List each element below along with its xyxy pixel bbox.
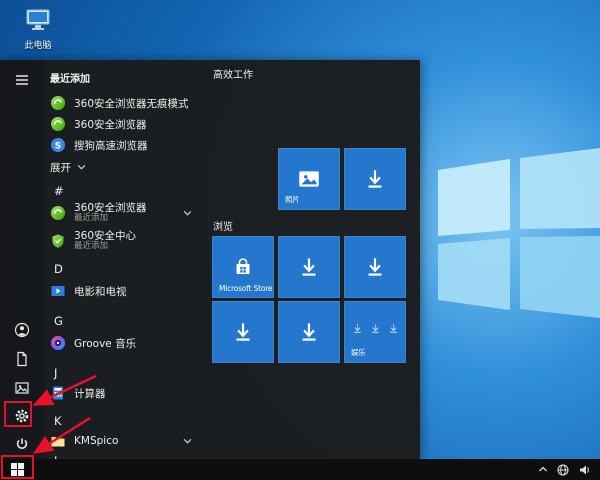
download-icon	[302, 258, 316, 276]
windows-logo-icon	[10, 463, 24, 476]
tile-label: Microsoft Store	[219, 284, 273, 293]
calculator-icon	[50, 385, 66, 401]
settings-gear-icon[interactable]	[14, 408, 30, 424]
store-bag-icon	[236, 258, 250, 274]
section-letter[interactable]: #	[54, 184, 64, 198]
volume-icon[interactable]	[578, 464, 592, 476]
app-item-360-browser-group[interactable]: 360安全浏览器 最近添加	[44, 200, 202, 226]
svg-text:S: S	[55, 141, 61, 151]
network-icon[interactable]	[557, 463, 569, 476]
expand-label: 展开	[50, 161, 71, 174]
app-item-sogou-browser[interactable]: S 搜狗高速浏览器	[44, 136, 202, 154]
app-item-calculator[interactable]: 计算器	[44, 384, 202, 402]
chevron-down-icon	[77, 164, 86, 170]
download-icon	[368, 258, 382, 276]
tray-expand-icon[interactable]	[538, 466, 548, 473]
section-letter[interactable]: K	[54, 414, 62, 428]
sogou-browser-icon: S	[50, 137, 66, 153]
app-item-label: KMSpico	[74, 435, 119, 447]
system-tray	[538, 463, 600, 476]
wallpaper-windows-logo	[438, 148, 600, 318]
download-icon	[302, 323, 316, 341]
app-item-360-browser[interactable]: 360安全浏览器	[44, 115, 202, 133]
power-icon[interactable]	[14, 437, 30, 453]
app-item-sublabel: 最近添加	[74, 213, 109, 224]
app-item-360-browser-incognito[interactable]: 360安全浏览器无痕模式	[44, 94, 202, 112]
download-icon	[236, 323, 250, 341]
app-item-label: 计算器	[74, 387, 106, 400]
photos-icon	[299, 171, 319, 187]
app-item-movies-tv[interactable]: 电影和电视	[44, 282, 202, 300]
tile-label: 照片	[285, 195, 300, 204]
app-item-groove-music[interactable]: Groove 音乐	[44, 334, 202, 352]
tile-pending-download[interactable]	[278, 236, 340, 298]
app-item-label: 360安全浏览器	[74, 118, 147, 131]
start-menu-panel: 最近添加 360安全浏览器无痕模式 360安全浏览器 S 搜狗高速浏览器 展开 …	[0, 60, 420, 459]
app-item-sublabel: 最近添加	[74, 241, 109, 252]
folder-icon	[50, 433, 66, 449]
tile-pending-download[interactable]	[278, 301, 340, 363]
start-menu-rail	[0, 60, 44, 459]
tile-photos[interactable]: 照片	[278, 148, 340, 210]
app-item-360-security-center[interactable]: 360安全中心 最近添加	[44, 228, 202, 254]
360-security-shield-icon	[50, 233, 66, 249]
360-browser-icon	[50, 205, 66, 221]
app-item-label: 搜狗高速浏览器	[74, 139, 148, 152]
tile-microsoft-store[interactable]: Microsoft Store	[212, 236, 274, 298]
download-icon	[368, 170, 382, 188]
app-item-kmspico[interactable]: KMSpico	[44, 432, 202, 450]
expand-recent-toggle[interactable]: 展开	[44, 158, 202, 176]
tile-pending-download[interactable]	[212, 301, 274, 363]
chevron-down-icon	[183, 438, 192, 444]
app-item-label: 360安全浏览器无痕模式	[74, 97, 189, 110]
desktop-icon-label: 此电脑	[24, 41, 52, 51]
recent-added-header: 最近添加	[50, 74, 90, 85]
groove-music-icon	[50, 335, 66, 351]
360-browser-icon	[50, 116, 66, 132]
tile-label: 娱乐	[351, 348, 366, 357]
hamburger-menu-icon[interactable]	[14, 72, 30, 88]
desktop: 此电脑 最近添加 360安全浏览器无痕模式 360安全浏览器 S 搜狗高速浏览器…	[0, 0, 600, 480]
start-app-list: 最近添加 360安全浏览器无痕模式 360安全浏览器 S 搜狗高速浏览器 展开 …	[44, 60, 205, 459]
user-account-icon[interactable]	[14, 322, 30, 338]
desktop-icon-this-pc[interactable]: 此电脑	[12, 8, 64, 51]
tile-group-title: 浏览	[213, 222, 233, 233]
pictures-icon[interactable]	[14, 380, 30, 396]
start-tiles: 高效工作 照片 浏览 Microsoft Store 娱乐	[205, 60, 420, 459]
section-letter[interactable]: J	[54, 366, 57, 380]
app-item-label: Groove 音乐	[74, 337, 137, 350]
download-group-icon	[351, 322, 400, 335]
section-letter[interactable]: G	[54, 314, 63, 328]
movies-tv-icon	[50, 283, 66, 299]
tile-group-title: 高效工作	[213, 70, 253, 81]
chevron-down-icon	[183, 210, 192, 216]
taskbar	[0, 459, 600, 480]
tile-entertainment-group[interactable]: 娱乐	[344, 301, 406, 363]
tile-pending-download[interactable]	[344, 236, 406, 298]
computer-icon	[26, 9, 50, 30]
app-item-label: 电影和电视	[74, 285, 127, 298]
section-letter[interactable]: D	[54, 262, 63, 276]
360-browser-icon	[50, 95, 66, 111]
start-button[interactable]	[0, 459, 34, 480]
documents-icon[interactable]	[14, 351, 30, 367]
tile-pending-download[interactable]	[344, 148, 406, 210]
